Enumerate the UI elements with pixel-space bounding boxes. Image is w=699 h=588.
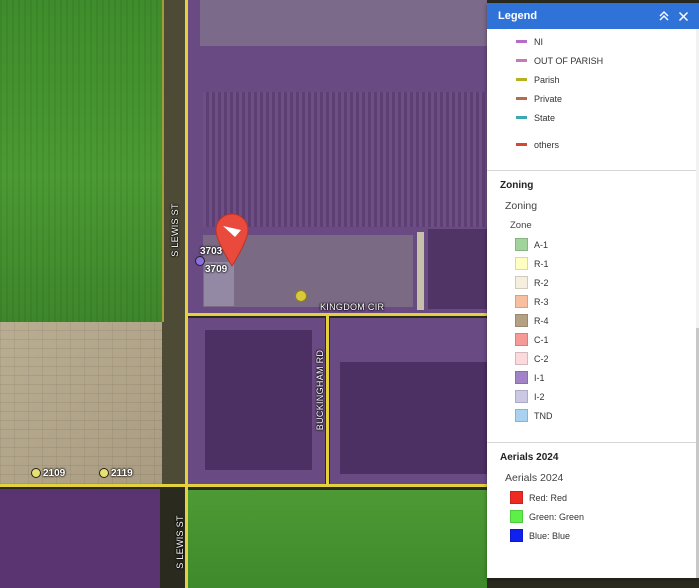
legend-title: Legend — [498, 10, 538, 22]
legend-item-parish: Parish — [487, 70, 699, 89]
line-swatch — [516, 59, 527, 62]
legend-item-label: R-4 — [534, 315, 549, 326]
legend-item-label: C-1 — [534, 334, 549, 345]
legend-item-label: others — [534, 139, 560, 150]
line-swatch — [516, 40, 527, 43]
legend-item-label: I-1 — [534, 372, 545, 383]
road-label-kingdom-cir: KINGDOM CIR — [320, 302, 385, 312]
legend-divider — [487, 442, 699, 443]
field-dark-east — [428, 229, 487, 309]
legend-item-r2: R-2 — [487, 273, 699, 292]
legend-section-zoning: Zoning — [500, 180, 534, 191]
address-point-2109[interactable] — [31, 468, 41, 478]
double-chevron-up-icon[interactable] — [658, 10, 670, 22]
fill-swatch — [515, 276, 528, 289]
location-pin-icon[interactable] — [215, 213, 249, 267]
legend-panel[interactable]: Legend NI OUT OF PARISH Parish Private S… — [487, 3, 699, 578]
road-buckingham-rd — [326, 316, 329, 486]
fill-swatch — [515, 352, 528, 365]
legend-item-label: R-2 — [534, 277, 549, 288]
legend-item-label: R-1 — [534, 258, 549, 269]
legend-item-blue: Blue: Blue — [487, 526, 699, 545]
legend-item-others: others — [487, 135, 699, 154]
field-center-dark — [205, 330, 312, 470]
address-point-3703[interactable] — [195, 256, 205, 266]
legend-item-label: R-3 — [534, 296, 549, 307]
address-point-2119[interactable] — [99, 468, 109, 478]
field-south-green — [188, 490, 487, 588]
field-west-bare-texture — [0, 322, 162, 484]
close-icon[interactable] — [678, 11, 689, 22]
fill-swatch — [515, 238, 528, 251]
legend-divider — [487, 170, 699, 171]
legend-item-green: Green: Green — [487, 507, 699, 526]
fill-swatch — [515, 295, 528, 308]
legend-item-c1: C-1 — [487, 330, 699, 349]
line-swatch — [516, 97, 527, 100]
line-swatch — [516, 143, 527, 146]
fill-swatch — [515, 333, 528, 346]
path-north-south — [417, 232, 424, 310]
legend-item-label: A-1 — [534, 239, 549, 250]
legend-item-r4: R-4 — [487, 311, 699, 330]
legend-header: Legend — [487, 3, 699, 29]
road-south — [0, 484, 487, 487]
lot-top — [200, 0, 487, 46]
legend-item-out-of-parish: OUT OF PARISH — [487, 51, 699, 70]
fill-swatch — [510, 529, 523, 542]
fill-swatch — [515, 409, 528, 422]
fill-swatch — [515, 390, 528, 403]
legend-item-a1: A-1 — [487, 235, 699, 254]
fill-swatch — [515, 314, 528, 327]
address-label-2109: 2109 — [43, 468, 66, 479]
road-kingdom-cir — [186, 313, 487, 316]
point-feature-yellow[interactable] — [295, 290, 307, 302]
legend-item-r1: R-1 — [487, 254, 699, 273]
legend-item-red: Red: Red — [487, 488, 699, 507]
legend-item-i1: I-1 — [487, 368, 699, 387]
legend-section-aerials: Aerials 2024 — [500, 452, 559, 463]
line-swatch — [516, 78, 527, 81]
legend-body[interactable]: NI OUT OF PARISH Parish Private State ot… — [487, 29, 699, 578]
rows-field-north — [203, 92, 487, 227]
legend-layer-aerials: Aerials 2024 — [505, 472, 564, 484]
legend-item-c2: C-2 — [487, 349, 699, 368]
road-s-lewis-st — [185, 0, 188, 588]
legend-item-label: Red: Red — [529, 492, 568, 503]
legend-item-label: C-2 — [534, 353, 549, 364]
line-swatch — [516, 116, 527, 119]
legend-item-label: OUT OF PARISH — [534, 55, 604, 66]
legend-layer-zoning: Zoning — [505, 200, 538, 212]
legend-item-label: Private — [534, 93, 563, 104]
legend-item-label: Parish — [534, 74, 560, 85]
legend-item-tnd: TND — [487, 406, 699, 425]
fill-swatch — [515, 371, 528, 384]
legend-item-label: NI — [534, 36, 543, 47]
legend-field-zone: Zone — [510, 220, 532, 231]
address-label-2119: 2119 — [111, 468, 133, 479]
field-west-north-stripes — [0, 0, 162, 322]
legend-item-label: Blue: Blue — [529, 530, 571, 541]
fill-swatch — [510, 491, 523, 504]
fill-swatch — [510, 510, 523, 523]
legend-item-i2: I-2 — [487, 387, 699, 406]
legend-item-label: Green: Green — [529, 511, 585, 522]
legend-item-label: State — [534, 112, 556, 123]
road-label-s-lewis-st-north: S LEWIS ST — [169, 203, 180, 257]
legend-item-r3: R-3 — [487, 292, 699, 311]
road-label-buckingham-rd: BUCKINGHAM RD — [315, 349, 326, 431]
road-label-s-lewis-st-south: S LEWIS ST — [174, 515, 185, 569]
legend-item-label: I-2 — [534, 391, 545, 402]
fill-swatch — [515, 257, 528, 270]
field-east-dark — [340, 362, 487, 474]
legend-item-label: TND — [534, 410, 553, 421]
legend-item-ni: NI — [487, 32, 699, 51]
field-southwest — [0, 489, 160, 588]
legend-item-private: Private — [487, 89, 699, 108]
road-west-edge — [162, 0, 164, 322]
legend-item-state: State — [487, 108, 699, 127]
